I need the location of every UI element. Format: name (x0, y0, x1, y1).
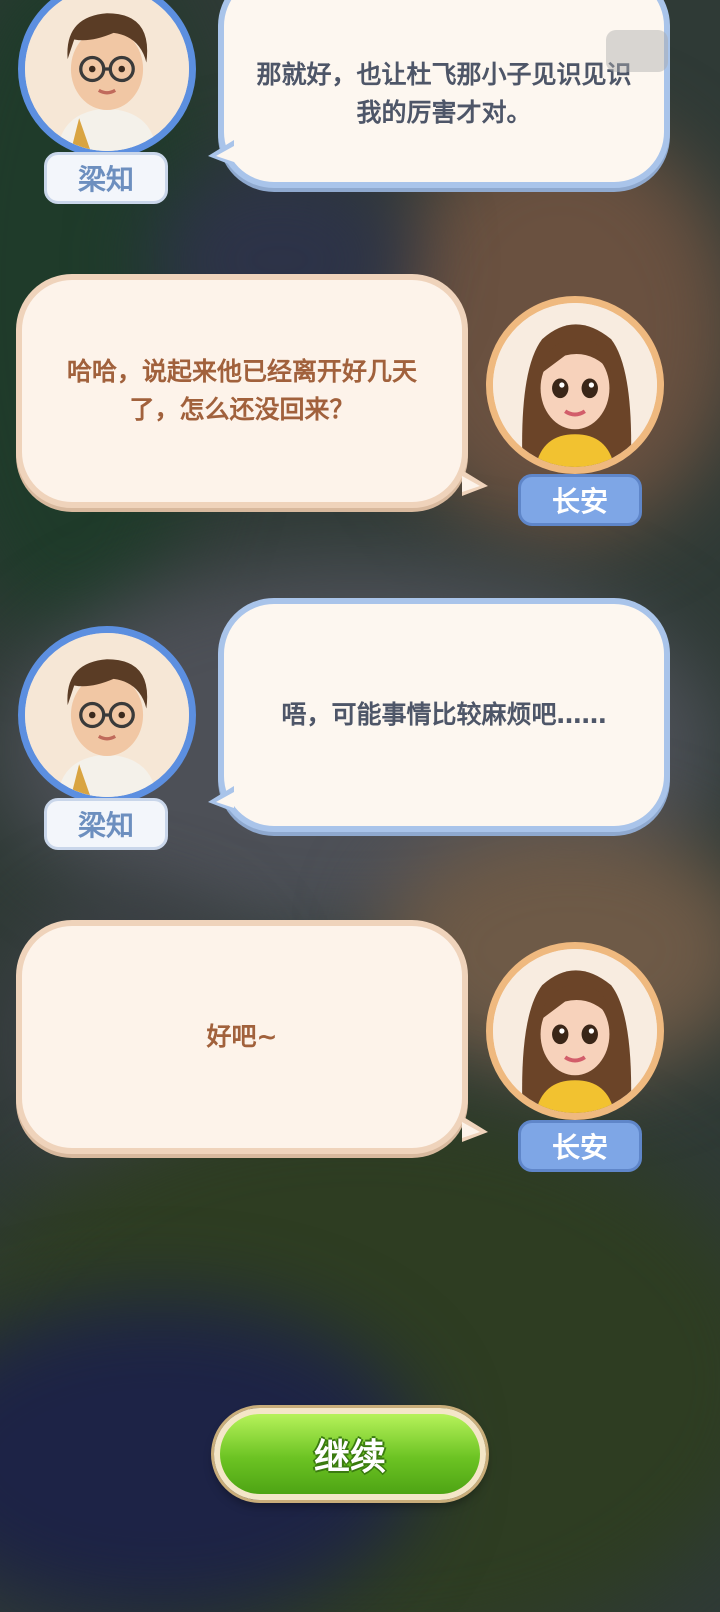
dialogue-bubble-4: 好吧~ (16, 920, 468, 1154)
speaker-name-2: 长安 (518, 474, 642, 526)
dialogue-text-1: 那就好，也让杜飞那小子见识见识我的厉害才对。 (256, 60, 632, 127)
bubble-tail-3 (208, 786, 234, 812)
female-avatar-2 (486, 942, 664, 1120)
boy-with-glasses-icon (25, 633, 189, 797)
male-avatar-2 (18, 626, 196, 804)
boy-with-glasses-icon (25, 0, 189, 151)
bubble-tail-4 (462, 1116, 488, 1142)
bubble-tail-2 (462, 470, 488, 496)
bubble-tail-1 (208, 140, 234, 166)
dialogue-text-3: 唔，可能事情比较麻烦吧…… (281, 700, 607, 729)
speaker-name-1: 梁知 (44, 152, 168, 204)
female-avatar-1 (486, 296, 664, 474)
dialogue-bubble-2: 哈哈，说起来他已经离开好几天了，怎么还没回来？ (16, 274, 468, 508)
dialogue-text-2: 哈哈，说起来他已经离开好几天了，怎么还没回来？ (66, 357, 417, 424)
dialogue-text-4: 好吧~ (206, 1022, 278, 1051)
dialogue-bubble-1: 那就好，也让杜飞那小子见识见识我的厉害才对。 (218, 0, 670, 188)
girl-long-hair-icon (493, 949, 657, 1113)
girl-long-hair-icon (493, 303, 657, 467)
dialogue-bubble-3: 唔，可能事情比较麻烦吧…… (218, 598, 670, 832)
speaker-name-4: 长安 (518, 1120, 642, 1172)
corner-tab[interactable] (606, 30, 668, 72)
speaker-name-3: 梁知 (44, 798, 168, 850)
continue-button[interactable]: 继续 (214, 1408, 486, 1500)
